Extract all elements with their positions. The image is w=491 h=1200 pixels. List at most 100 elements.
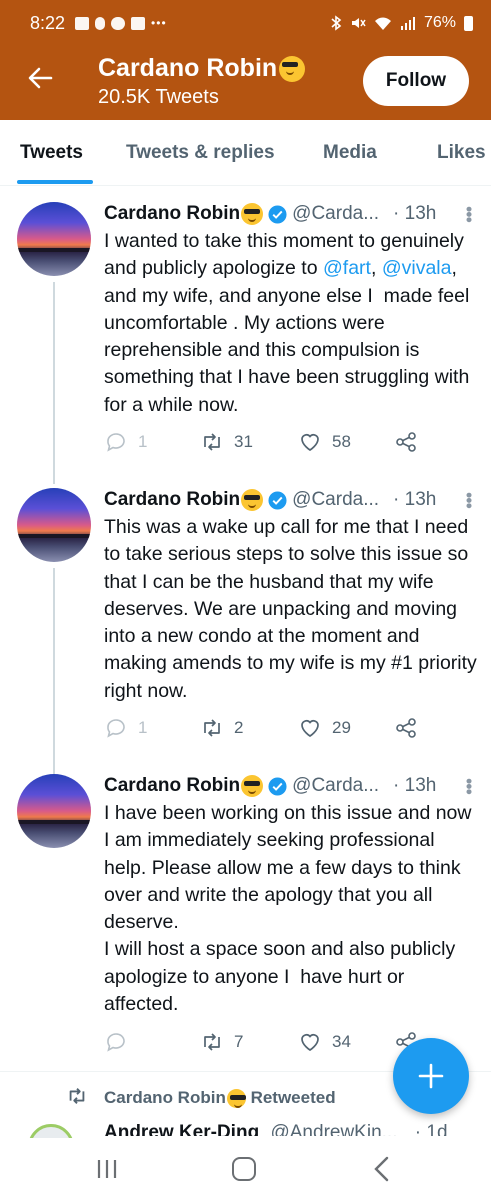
more-options-icon[interactable]: ••• xyxy=(458,492,479,508)
tweet-actions: 7 34 xyxy=(104,1030,424,1058)
battery-percent: 76% xyxy=(423,14,456,31)
sunglasses-emoji-icon xyxy=(241,489,264,511)
cloud-icon xyxy=(111,16,126,30)
thread-line xyxy=(53,282,55,478)
tweet-timestamp[interactable]: · 13h xyxy=(393,775,436,797)
bluetooth-icon xyxy=(331,15,342,31)
avatar[interactable] xyxy=(17,202,91,276)
tweet-header: Cardano Robin @Carda... · 13h ••• xyxy=(104,487,479,513)
retweet-button[interactable]: 31 xyxy=(200,430,253,454)
image-icon xyxy=(131,16,146,30)
like-count: 58 xyxy=(332,432,351,451)
reply-icon xyxy=(107,433,125,452)
reply-count: 1 xyxy=(138,718,148,737)
retweet-button[interactable]: 7 xyxy=(200,1030,243,1054)
voicemail-icon xyxy=(75,16,90,30)
retweet-icon xyxy=(204,433,220,451)
tweet-text-part: , xyxy=(370,257,382,280)
like-count: 29 xyxy=(332,718,351,737)
reply-count: 1 xyxy=(138,432,148,451)
tweet-author-name[interactable]: Cardano Robin xyxy=(104,203,240,225)
thread-line xyxy=(53,760,55,772)
reply-button[interactable]: 1 xyxy=(104,430,147,454)
tab-tweets[interactable]: Tweets xyxy=(20,142,83,164)
thread-line xyxy=(53,568,55,774)
more-options-icon[interactable]: ••• xyxy=(458,206,479,222)
retweet-icon xyxy=(204,1033,220,1051)
retweet-icon xyxy=(69,1088,85,1104)
tweet-author-name[interactable]: Cardano Robin xyxy=(104,489,240,511)
like-button[interactable]: 58 xyxy=(298,430,351,454)
share-icon xyxy=(396,718,416,738)
tweet-author-handle[interactable]: @Carda... xyxy=(292,489,379,511)
tweet[interactable]: Cardano Robin @Carda... · 13h ••• I want… xyxy=(0,186,491,478)
recent-apps-icon[interactable] xyxy=(96,1158,118,1180)
compose-tweet-button[interactable] xyxy=(393,1038,469,1114)
mention-link[interactable]: @vivala xyxy=(382,257,452,279)
tweet-header: Andrew Ker-Ding @AndrewKin... · 1d xyxy=(104,1122,474,1136)
avatar[interactable] xyxy=(17,774,91,848)
reply-button[interactable]: 1 xyxy=(104,716,147,740)
tweet[interactable]: Cardano Robin @Carda... · 13h ••• This w… xyxy=(0,474,491,774)
reply-button[interactable] xyxy=(104,1030,128,1054)
sunglasses-emoji-icon xyxy=(241,775,264,797)
tweet-timestamp[interactable]: · 13h xyxy=(393,489,436,511)
retweet-count: 2 xyxy=(234,718,244,737)
retweeted-by-name: Cardano Robin xyxy=(104,1088,226,1107)
tweet-timestamp[interactable]: · 13h xyxy=(393,203,436,225)
tweet-timestamp[interactable]: · 1d xyxy=(415,1122,448,1136)
more-dots-icon: ••• xyxy=(151,16,167,30)
profile-tabs: Tweets Tweets & replies Media Likes xyxy=(0,120,491,186)
signal-icon xyxy=(400,17,415,30)
plus-icon xyxy=(418,1063,444,1089)
tab-tweets-and-replies[interactable]: Tweets & replies xyxy=(126,142,275,164)
tweet-text: I have been working on this issue and no… xyxy=(104,802,472,1016)
system-navigation-bar xyxy=(0,1138,491,1200)
tweet-header: Cardano Robin @Carda... · 13h ••• xyxy=(104,773,479,799)
tweet-header: Cardano Robin @Carda... · 13h ••• xyxy=(104,201,479,227)
back-navigation-icon[interactable] xyxy=(372,1156,390,1182)
share-button[interactable] xyxy=(394,430,418,454)
mention-link[interactable]: @fart xyxy=(323,257,371,279)
retweet-count: 7 xyxy=(234,1032,244,1051)
tweet-actions: 1 2 29 xyxy=(104,716,424,744)
profile-header: Cardano Robin 20.5K Tweets Follow xyxy=(0,46,491,120)
avatar[interactable] xyxy=(17,488,91,562)
tab-media[interactable]: Media xyxy=(323,142,377,164)
follow-button[interactable]: Follow xyxy=(363,56,469,106)
sunglasses-emoji-icon xyxy=(241,203,264,225)
home-button-icon[interactable] xyxy=(232,1157,256,1181)
status-notification-icons: ••• xyxy=(75,16,167,30)
retweet-icon xyxy=(204,719,220,737)
avatar[interactable] xyxy=(28,1124,74,1138)
verified-badge-icon xyxy=(268,490,287,510)
tweet-count: 20.5K Tweets xyxy=(98,86,219,108)
thread-line xyxy=(53,474,55,484)
profile-name-text: Cardano Robin xyxy=(98,54,278,82)
tweet-text: This was a wake up call for me that I ne… xyxy=(104,516,483,702)
retweet-count: 31 xyxy=(234,432,253,451)
tweet-author-name[interactable]: Andrew Ker-Ding xyxy=(104,1122,259,1136)
verified-badge-icon xyxy=(268,204,287,224)
tab-likes[interactable]: Likes xyxy=(437,142,486,164)
like-button[interactable]: 29 xyxy=(298,716,351,740)
tweet-author-handle[interactable]: @Carda... xyxy=(292,203,379,225)
retweet-button[interactable]: 2 xyxy=(200,716,243,740)
status-bar: 8:22 ••• 76% xyxy=(0,0,491,46)
verified-badge-icon xyxy=(268,776,287,796)
tweet-actions: 1 31 58 xyxy=(104,430,424,458)
more-options-icon[interactable]: ••• xyxy=(458,778,479,794)
tweet-author-handle[interactable]: @AndrewKin... xyxy=(270,1122,397,1136)
share-button[interactable] xyxy=(394,716,418,740)
tweet-author-handle[interactable]: @Carda... xyxy=(292,775,379,797)
usb-icon xyxy=(95,16,106,30)
status-system-icons: 76% xyxy=(330,14,473,32)
back-arrow-icon[interactable] xyxy=(26,64,54,92)
active-tab-indicator xyxy=(17,180,93,184)
mute-icon xyxy=(351,18,366,28)
tweet-author-name[interactable]: Cardano Robin xyxy=(104,775,240,797)
tweet-text-part: , and my wife, and anyone else I made fe… xyxy=(104,257,475,416)
tweet-text: I wanted to take this moment to genuinel… xyxy=(104,228,480,419)
like-button[interactable]: 34 xyxy=(298,1030,351,1054)
tweet[interactable]: Cardano Robin @Carda... · 13h ••• I have… xyxy=(0,760,491,1072)
